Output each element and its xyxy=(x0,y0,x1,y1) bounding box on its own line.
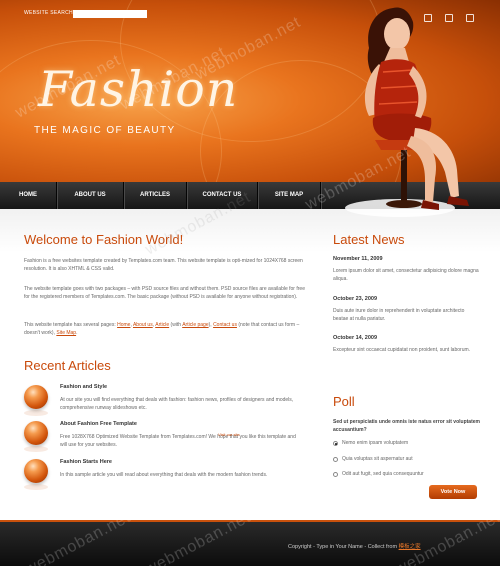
poll-radio[interactable] xyxy=(333,457,338,462)
nav-divider xyxy=(320,182,321,209)
link-about-us[interactable]: About us xyxy=(133,322,153,328)
poll-question: Sed ut perspiciatis unde omnis iste natu… xyxy=(333,419,480,434)
news-text: Duis aute irure dolor in reprehenderit i… xyxy=(333,308,465,323)
news-date: October 23, 2009 xyxy=(333,296,378,302)
search-input[interactable] xyxy=(73,10,147,18)
vote-now-button[interactable]: Vote Now xyxy=(429,485,477,499)
poll-option[interactable]: Quia voluptas sit aspernatur aut xyxy=(342,456,413,462)
article-title[interactable]: Fashion and Style xyxy=(60,384,107,390)
link-article[interactable]: Article xyxy=(155,322,169,328)
bullet-shadow xyxy=(24,484,48,490)
recent-articles-title: Recent Articles xyxy=(24,358,111,373)
poll-radio[interactable] xyxy=(333,472,338,477)
search-label: WEBSITE SEARCH xyxy=(24,10,73,16)
link-article-page[interactable]: Article page xyxy=(182,322,208,328)
poll-radio[interactable] xyxy=(333,441,338,446)
latest-news-title: Latest News xyxy=(333,232,405,247)
footer: Copyright - Type in Your Name - Collect … xyxy=(0,520,500,566)
poll-option[interactable]: Odit aut fugit, sed quia consequuntur xyxy=(342,471,424,477)
bullet-shadow xyxy=(24,446,48,452)
nav-articles[interactable]: ARTICLES xyxy=(124,182,186,209)
news-text: Excepteur sint occaecat cupidatat non pr… xyxy=(333,347,471,353)
article-text: At our site you will find everything tha… xyxy=(60,397,294,412)
bullet-shadow xyxy=(24,410,48,416)
paragraph-text: (with xyxy=(169,322,183,328)
poll-option[interactable]: Nemo enim ipsam voluptatem xyxy=(342,440,408,446)
article-bullet-icon xyxy=(24,385,48,409)
welcome-paragraph-3: This website template has several pages:… xyxy=(24,321,308,337)
model-illustration xyxy=(345,7,469,217)
welcome-title: Welcome to Fashion World! xyxy=(24,232,184,247)
article-bullet-icon xyxy=(24,421,48,445)
center-overlay-text: Visit our site xyxy=(218,432,240,437)
nav-home[interactable]: HOME xyxy=(0,182,56,209)
nav-site-map[interactable]: SITE MAP xyxy=(258,182,320,209)
news-date: October 14, 2009 xyxy=(333,335,378,341)
article-text: Free 1028X768 Optimized Website Template… xyxy=(60,434,296,449)
welcome-paragraph-2: The website template goes with two packa… xyxy=(24,286,305,301)
poll-title: Poll xyxy=(333,394,355,409)
article-bullet-icon xyxy=(24,459,48,483)
paragraph-text: This website template has several pages: xyxy=(24,322,118,328)
copyright-text: Copyright - Type in Your Name - Collect … xyxy=(288,544,399,550)
welcome-paragraph-1: Fashion is a free websites template crea… xyxy=(24,258,303,273)
news-date: November 11, 2009 xyxy=(333,256,383,262)
footer-link[interactable]: 模板之家 xyxy=(399,544,421,550)
article-title[interactable]: Fashion Starts Here xyxy=(60,459,112,465)
logo[interactable]: Fashion xyxy=(38,60,238,120)
link-site-map[interactable]: Site Map xyxy=(56,330,76,336)
tagline: THE MAGIC OF BEAUTY xyxy=(34,125,176,136)
paragraph-text: . xyxy=(76,330,78,337)
link-home[interactable]: Home xyxy=(117,322,130,328)
link-contact-us[interactable]: Contact us xyxy=(213,322,237,328)
article-text: In this sample article you will read abo… xyxy=(60,472,268,478)
article-title[interactable]: About Fashion Free Template xyxy=(60,421,137,427)
news-text: Lorem ipsum dolor sit amet, consectetur … xyxy=(333,268,479,283)
nav-about-us[interactable]: ABOUT US xyxy=(57,182,123,209)
footer-copyright: Copyright - Type in Your Name - Collect … xyxy=(288,542,421,550)
nav-contact-us[interactable]: CONTACT US xyxy=(187,182,257,209)
